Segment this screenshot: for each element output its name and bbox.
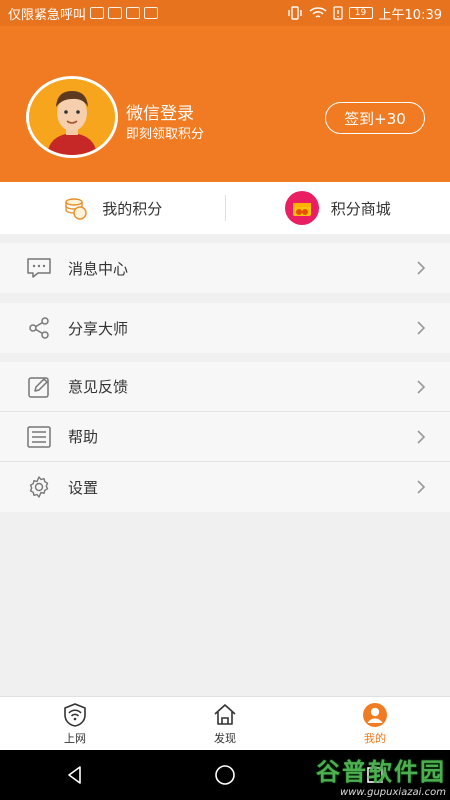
edit-icon — [26, 374, 52, 400]
clock: 上午10:39 — [378, 7, 442, 23]
vibrate-icon — [287, 6, 302, 20]
tab-mine[interactable]: 我的 — [300, 697, 450, 750]
tab-internet[interactable]: 上网 — [0, 697, 150, 750]
watermark: 谷普软件园 www.gupuxiazai.com — [306, 752, 446, 798]
menu-item-settings[interactable]: 设置 — [0, 462, 450, 512]
gear-icon — [26, 474, 52, 500]
menu-label: 意见反馈 — [68, 378, 129, 396]
menu-item-help[interactable]: 帮助 — [0, 412, 450, 462]
notification-icon — [144, 7, 159, 19]
home-button[interactable] — [210, 760, 240, 790]
coins-icon — [62, 194, 90, 222]
home-icon — [214, 703, 236, 725]
gift-icon — [284, 191, 319, 225]
menu-label: 帮助 — [68, 428, 99, 446]
chevron-right-icon — [414, 321, 428, 335]
profile-header: 微信登录 即刻领取积分 签到+30 — [0, 26, 450, 182]
menu-item-feedback[interactable]: 意见反馈 — [0, 362, 450, 412]
tab-discover[interactable]: 发现 — [150, 697, 300, 750]
login-subtitle: 即刻领取积分 — [126, 127, 205, 142]
points-mall-button[interactable]: 积分商城 — [226, 182, 450, 234]
menu-label: 分享大师 — [68, 319, 129, 338]
message-icon — [26, 255, 52, 281]
notification-icon — [126, 7, 141, 19]
user-icon — [363, 702, 387, 727]
login-title[interactable]: 微信登录 — [126, 99, 194, 124]
menu-group: 分享大师 — [0, 303, 450, 353]
chevron-right-icon — [414, 480, 428, 494]
menu-item-messages[interactable]: 消息中心 — [0, 243, 450, 293]
tab-label: 我的 — [364, 731, 386, 745]
wifi-shield-icon — [64, 702, 86, 727]
wifi-icon — [309, 7, 327, 18]
my-points-button[interactable]: 我的积分 — [0, 182, 225, 234]
menu-group: 消息中心 — [0, 243, 450, 293]
tab-label: 上网 — [64, 731, 86, 745]
carrier-text: 仅限紧急呼叫 — [8, 7, 87, 23]
back-button[interactable] — [60, 760, 90, 790]
chevron-right-icon — [414, 379, 428, 394]
watermark-url: www.gupuxiazai.com — [340, 787, 446, 798]
menu-group: 意见反馈 帮助 设置 — [0, 362, 450, 512]
menu-label: 设置 — [68, 478, 99, 497]
points-bar: 我的积分 积分商城 — [0, 182, 450, 234]
tab-bar: 上网 发现 我的 — [0, 696, 450, 750]
back-icon — [68, 766, 81, 784]
avatar[interactable] — [26, 76, 118, 158]
checkin-button[interactable]: 签到+30 — [325, 102, 425, 134]
notification-icon — [90, 7, 105, 19]
menu-item-share[interactable]: 分享大师 — [0, 303, 450, 353]
watermark-title: 谷普软件园 — [316, 758, 446, 786]
status-right: 19 上午10:39 — [287, 4, 442, 23]
chevron-right-icon — [414, 429, 428, 444]
chevron-right-icon — [414, 261, 428, 275]
status-left: 仅限紧急呼叫 — [8, 4, 287, 23]
points-mall-label: 积分商城 — [330, 199, 391, 218]
my-points-label: 我的积分 — [102, 199, 163, 218]
avatar-icon — [29, 79, 115, 155]
circle-icon — [215, 765, 235, 785]
notification-icon — [108, 7, 123, 19]
battery-icon: 19 — [348, 7, 373, 19]
alert-icon — [332, 6, 343, 20]
status-bar: 仅限紧急呼叫 19 上午10:39 — [0, 0, 450, 26]
list-icon — [26, 424, 52, 450]
tab-label: 发现 — [214, 731, 236, 745]
share-icon — [26, 315, 52, 341]
menu-label: 消息中心 — [68, 259, 129, 278]
